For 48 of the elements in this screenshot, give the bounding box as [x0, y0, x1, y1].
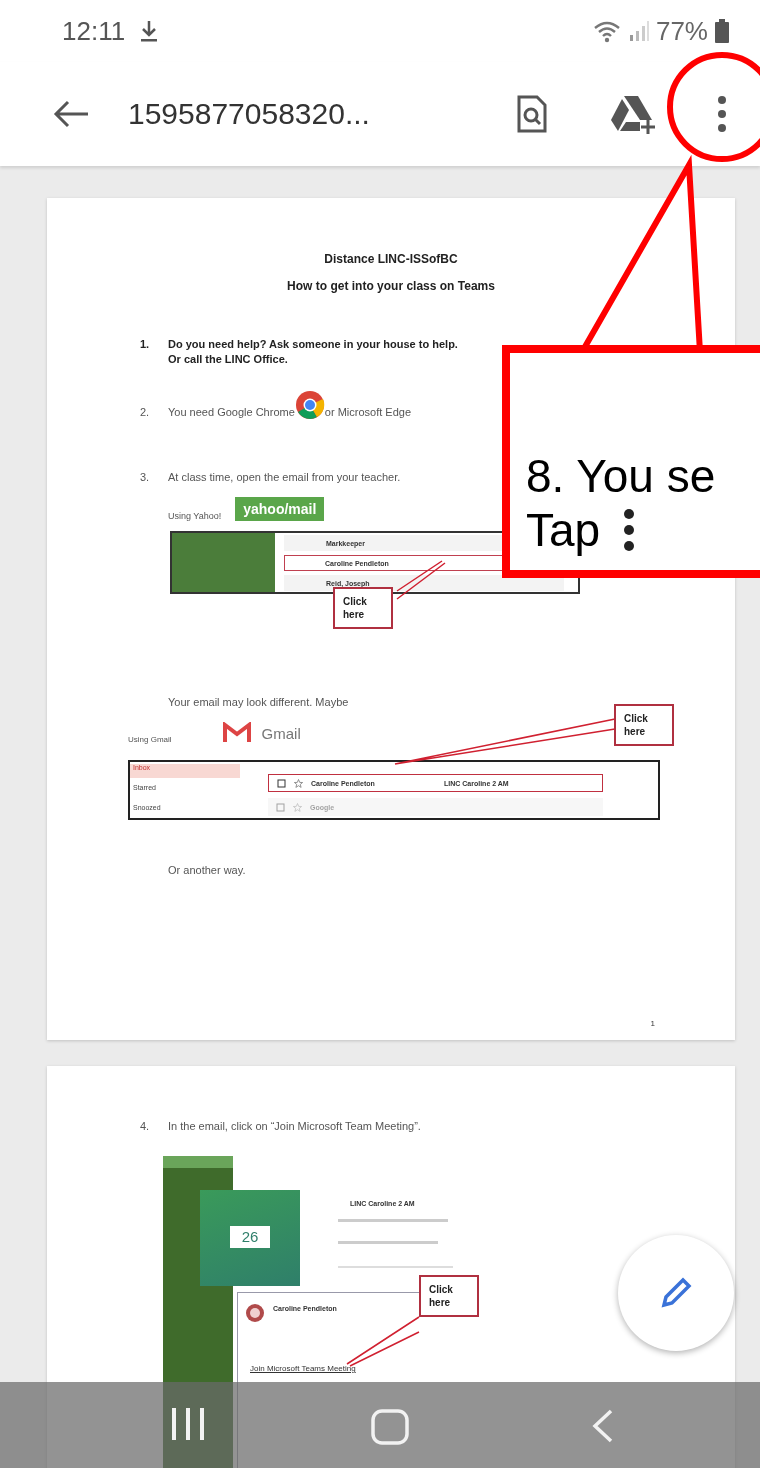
gmail-logo-icon [221, 722, 252, 744]
checkbox-icon [277, 778, 286, 788]
step-text: or Microsoft Edge [324, 406, 411, 418]
meeting-link[interactable]: Join Microsoft Teams Meeting [250, 1364, 356, 1373]
step-text: In the email, click on “Join Microsoft Team Meeting”. [168, 1120, 421, 1132]
yahoo-logo: yahoo/mail [235, 497, 325, 521]
star-icon [294, 778, 303, 788]
signal-icon [627, 19, 650, 43]
click-here-note: Click here [614, 704, 674, 746]
checkbox-icon [276, 802, 285, 812]
clock: 12:11 [62, 15, 126, 47]
gmail-label: Using Gmail [128, 735, 172, 744]
calendar-date: 26 [230, 1226, 270, 1248]
document-title: Distance LINC-ISSofBC [323, 252, 459, 266]
step-number: 4. [140, 1120, 151, 1132]
back-icon[interactable] [590, 1408, 614, 1444]
step-text: At class time, open the email from your teacher. [168, 471, 401, 483]
callout-text: 8. You se [526, 449, 716, 503]
step-text: You need Google Chrome [168, 406, 295, 418]
body-text: Or another way. [168, 864, 247, 876]
body-text: Your email may look different. Maybe [168, 696, 350, 708]
click-here-note: Click here [333, 587, 393, 629]
step-text: Do you need help? Ask someone in your house to help. [168, 338, 458, 350]
chrome-icon [294, 390, 325, 420]
document-subtitle: How to get into your class on Teams [286, 279, 496, 293]
avatar-icon [245, 1303, 265, 1323]
back-arrow-icon[interactable] [52, 99, 90, 129]
document-search-icon[interactable] [516, 95, 548, 133]
callout-text: Tap [526, 503, 601, 557]
yahoo-label: Using Yahoo! [168, 511, 222, 521]
home-icon[interactable] [370, 1408, 410, 1448]
battery-icon [714, 18, 730, 44]
step-number: 3. [140, 471, 151, 483]
file-title: 1595877058320... [128, 97, 370, 131]
step-number: 1. [140, 338, 151, 352]
more-options-icon[interactable] [715, 95, 729, 133]
more-options-icon [622, 508, 637, 552]
battery-level: 77% [655, 15, 708, 47]
step-number: 2. [140, 406, 151, 418]
page-number: 1 [650, 1019, 655, 1028]
leader-line [396, 560, 446, 600]
drive-add-icon[interactable] [610, 94, 656, 134]
click-here-note: Click here [419, 1275, 479, 1317]
pencil-icon [659, 1276, 693, 1310]
star-icon [293, 802, 302, 812]
step-text: Or call the LINC Office. [168, 353, 289, 365]
download-icon [139, 19, 160, 43]
gmail-logo-text: Gmail [261, 724, 301, 742]
